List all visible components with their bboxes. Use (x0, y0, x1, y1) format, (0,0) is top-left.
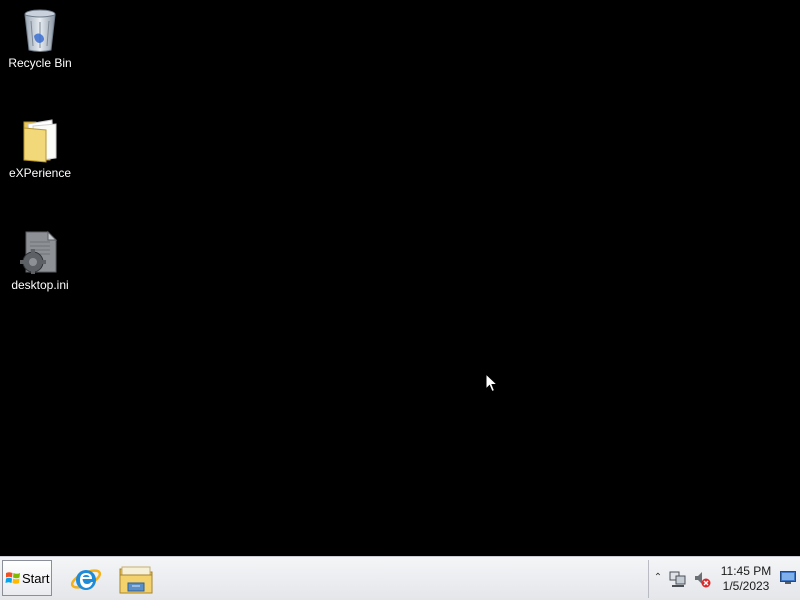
notification-area: ⌃ 11:45 PM 1/5/2023 (648, 560, 798, 598)
desktop: Recycle Bin eXPerience desktop.ini (0, 0, 800, 556)
recycle-bin-icon (24, 9, 56, 52)
config-file-icon (20, 230, 58, 274)
windows-logo-icon (5, 572, 20, 584)
internet-explorer-icon (70, 569, 102, 590)
chevron-up-icon[interactable]: ⌃ (653, 571, 663, 585)
show-desktop-icon[interactable] (780, 571, 796, 585)
start-button[interactable]: Start (2, 560, 52, 596)
clock-date: 1/5/2023 (722, 579, 770, 593)
desktop-icon-experience-folder[interactable]: eXPerience (0, 116, 80, 180)
desktop-icon-label: eXPerience (8, 166, 72, 180)
volume-muted-icon[interactable] (693, 570, 711, 588)
system-clock[interactable]: 11:45 PM 1/5/2023 (717, 564, 775, 594)
mouse-cursor-icon (485, 373, 499, 393)
network-icon[interactable] (669, 570, 687, 588)
folder-icon (23, 119, 57, 163)
taskbar: Start ⌃ 11:45 PM 1/5/2023 (0, 556, 800, 600)
taskbar-pinned-internet-explorer[interactable] (66, 561, 106, 597)
clock-time: 11:45 PM (720, 564, 772, 578)
desktop-icon-label: Recycle Bin (8, 56, 72, 70)
taskbar-pinned-file-explorer[interactable] (116, 561, 156, 597)
start-button-label: Start (22, 570, 50, 586)
desktop-icon-desktop-ini[interactable]: desktop.ini (0, 228, 80, 292)
desktop-icon-recycle-bin[interactable]: Recycle Bin (0, 6, 80, 70)
desktop-icon-label: desktop.ini (11, 278, 69, 292)
file-explorer-icon (119, 566, 153, 594)
